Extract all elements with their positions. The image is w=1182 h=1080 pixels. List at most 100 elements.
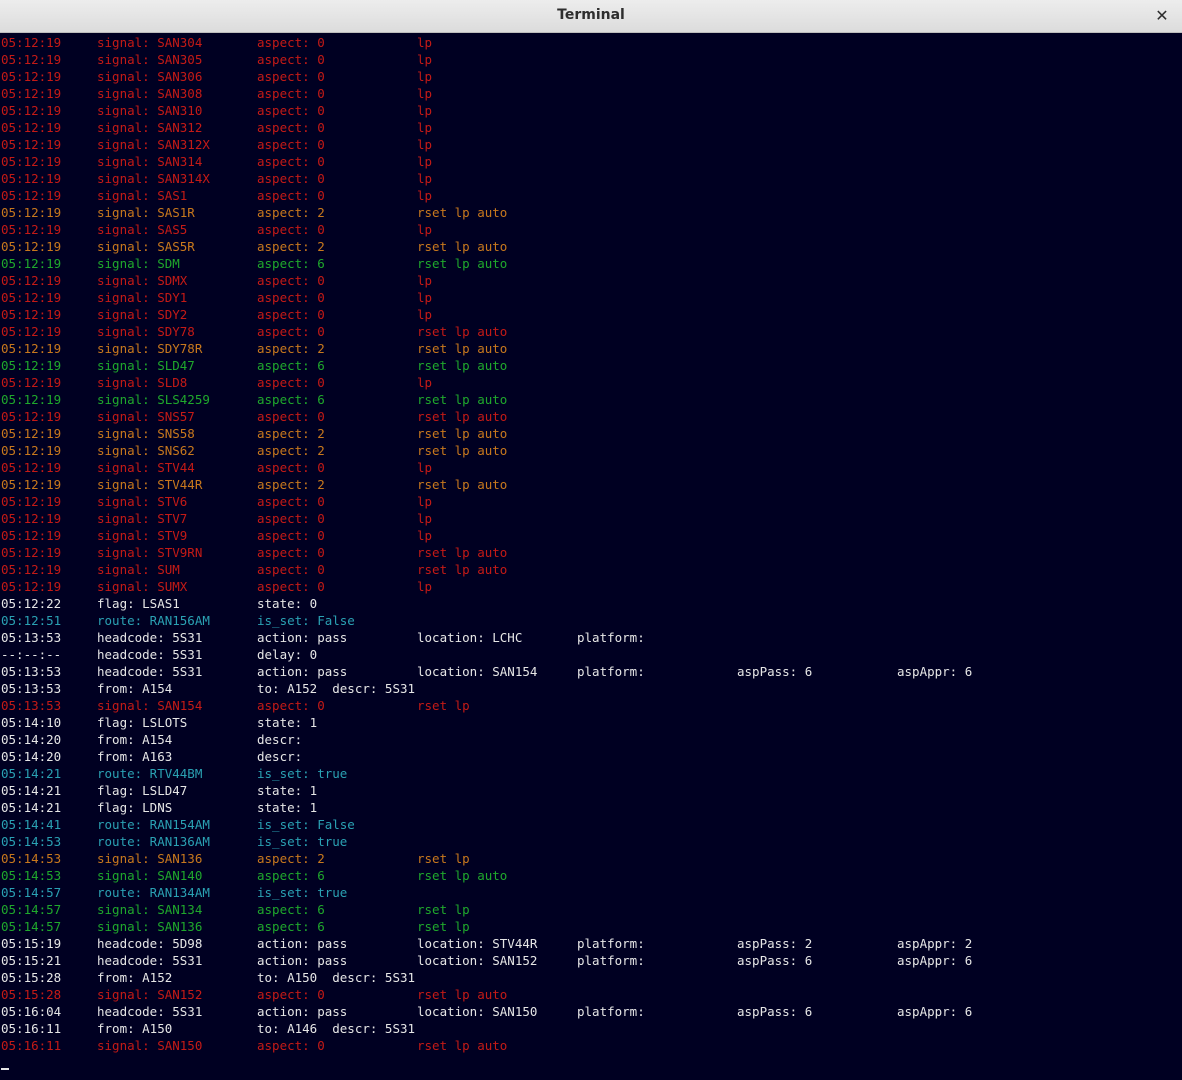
terminal-field-2: aspect: 6	[257, 919, 325, 934]
terminal-field-2: aspect: 0	[257, 188, 325, 203]
terminal-field-2: is_set: true	[257, 885, 348, 900]
terminal-field-3: rset lp auto	[417, 477, 508, 492]
terminal-timestamp: 05:15:28	[1, 987, 62, 1002]
terminal-field-1: from: A152	[97, 970, 173, 985]
terminal-field-3: rset lp auto	[417, 409, 508, 424]
terminal-timestamp: 05:12:19	[1, 120, 62, 135]
terminal-field-2: is_set: False	[257, 817, 355, 832]
close-icon[interactable]: ✕	[1152, 5, 1172, 27]
terminal-timestamp: 05:15:21	[1, 953, 62, 968]
terminal-field-3: location: SAN154	[417, 664, 538, 679]
terminal-field-2: action: pass	[257, 664, 348, 679]
title-bar: Terminal ✕	[0, 0, 1182, 33]
terminal-field-2: aspect: 0	[257, 460, 325, 475]
terminal-field-3: location: SAN150	[417, 1004, 538, 1019]
terminal-timestamp: 05:12:51	[1, 613, 62, 628]
terminal-field-1: signal: STV7	[97, 511, 188, 526]
terminal-field-1: route: RAN134AM	[97, 885, 210, 900]
terminal-field-2: aspect: 0	[257, 137, 325, 152]
terminal-field-3: lp	[417, 511, 433, 526]
terminal-field-1: signal: SLS4259	[97, 392, 210, 407]
terminal-field-1: signal: SAN150	[97, 1038, 203, 1053]
terminal-timestamp: 05:12:19	[1, 290, 62, 305]
terminal-field-2: aspect: 2	[257, 205, 325, 220]
terminal-field-1: signal: SAN305	[97, 52, 203, 67]
terminal-timestamp: 05:12:19	[1, 562, 62, 577]
terminal-field-1: flag: LSAS1	[97, 596, 180, 611]
terminal-timestamp: 05:14:57	[1, 919, 62, 934]
terminal-field-2: descr:	[257, 749, 303, 764]
terminal-field-2: aspect: 0	[257, 290, 325, 305]
terminal-field-2: action: pass	[257, 630, 348, 645]
terminal-timestamp: 05:12:19	[1, 205, 62, 220]
terminal-timestamp: 05:12:19	[1, 358, 62, 373]
terminal-field-1: signal: SDM	[97, 256, 180, 271]
terminal-timestamp: 05:12:19	[1, 103, 62, 118]
terminal-timestamp: 05:12:19	[1, 52, 62, 67]
terminal-timestamp: 05:12:19	[1, 222, 62, 237]
terminal-field-1: signal: STV44	[97, 460, 195, 475]
terminal-field-1: signal: SDY2	[97, 307, 188, 322]
terminal-field-2: aspect: 0	[257, 273, 325, 288]
terminal-timestamp: 05:14:53	[1, 868, 62, 883]
terminal-field-2: state: 0	[257, 596, 318, 611]
terminal-field-1: signal: SAS1	[97, 188, 188, 203]
terminal-timestamp: 05:12:19	[1, 392, 62, 407]
terminal-field-3: rset lp auto	[417, 205, 508, 220]
terminal-field-3: location: SAN152	[417, 953, 538, 968]
terminal-field-1: signal: SAN314X	[97, 171, 210, 186]
terminal-timestamp: 05:12:19	[1, 341, 62, 356]
terminal-field-3: lp	[417, 375, 433, 390]
terminal-field-2: action: pass	[257, 1004, 348, 1019]
terminal-output[interactable]: 05:12:19 signal: SAN304 aspect: 0 lp 05:12:1…	[0, 33, 1182, 1080]
terminal-field-1: flag: LSLD47	[97, 783, 188, 798]
terminal-field-3: rset lp	[417, 851, 470, 866]
terminal-field-1: from: A154	[97, 732, 173, 747]
terminal-timestamp: 05:12:19	[1, 477, 62, 492]
terminal-timestamp: 05:12:19	[1, 171, 62, 186]
terminal-field-6: aspAppr: 6	[897, 1004, 973, 1019]
terminal-field-1: signal: SAS1R	[97, 205, 195, 220]
terminal-field-1: flag: LSLOTS	[97, 715, 188, 730]
terminal-field-2: aspect: 0	[257, 120, 325, 135]
terminal-timestamp: 05:14:57	[1, 902, 62, 917]
terminal-field-2: aspect: 0	[257, 69, 325, 84]
terminal-timestamp: 05:12:19	[1, 324, 62, 339]
terminal-field-4: platform:	[577, 630, 645, 645]
terminal-timestamp: 05:12:19	[1, 273, 62, 288]
terminal-field-2: to: A146 descr: 5S31	[257, 1021, 416, 1036]
terminal-timestamp: 05:12:19	[1, 375, 62, 390]
terminal-field-2: aspect: 0	[257, 987, 325, 1002]
terminal-field-3: lp	[417, 273, 433, 288]
terminal-field-1: signal: SDY78	[97, 324, 195, 339]
terminal-field-1: signal: SAS5R	[97, 239, 195, 254]
terminal-field-1: signal: SAN134	[97, 902, 203, 917]
terminal-field-1: flag: LDNS	[97, 800, 173, 815]
terminal-field-2: descr:	[257, 732, 303, 747]
terminal-field-1: signal: SLD8	[97, 375, 188, 390]
terminal-field-3: lp	[417, 188, 433, 203]
terminal-field-1: signal: SAN152	[97, 987, 203, 1002]
terminal-field-3: location: LCHC	[417, 630, 523, 645]
terminal-timestamp: 05:12:19	[1, 460, 62, 475]
terminal-field-2: aspect: 6	[257, 358, 325, 373]
terminal-timestamp: 05:12:19	[1, 545, 62, 560]
terminal-timestamp: 05:12:19	[1, 307, 62, 322]
terminal-timestamp: 05:12:19	[1, 256, 62, 271]
terminal-field-3: rset lp	[417, 919, 470, 934]
terminal-timestamp: 05:14:20	[1, 749, 62, 764]
terminal-field-3: lp	[417, 307, 433, 322]
terminal-field-2: aspect: 2	[257, 426, 325, 441]
terminal-field-1: signal: SUM	[97, 562, 180, 577]
terminal-field-1: signal: STV44R	[97, 477, 203, 492]
terminal-field-2: aspect: 6	[257, 256, 325, 271]
terminal-field-2: is_set: False	[257, 613, 355, 628]
terminal-field-1: headcode: 5S31	[97, 664, 203, 679]
terminal-timestamp: 05:14:53	[1, 851, 62, 866]
terminal-field-3: lp	[417, 35, 433, 50]
terminal-field-3: lp	[417, 69, 433, 84]
text-cursor	[1, 1068, 9, 1070]
terminal-timestamp: 05:12:22	[1, 596, 62, 611]
terminal-field-2: aspect: 0	[257, 511, 325, 526]
terminal-field-2: aspect: 0	[257, 324, 325, 339]
